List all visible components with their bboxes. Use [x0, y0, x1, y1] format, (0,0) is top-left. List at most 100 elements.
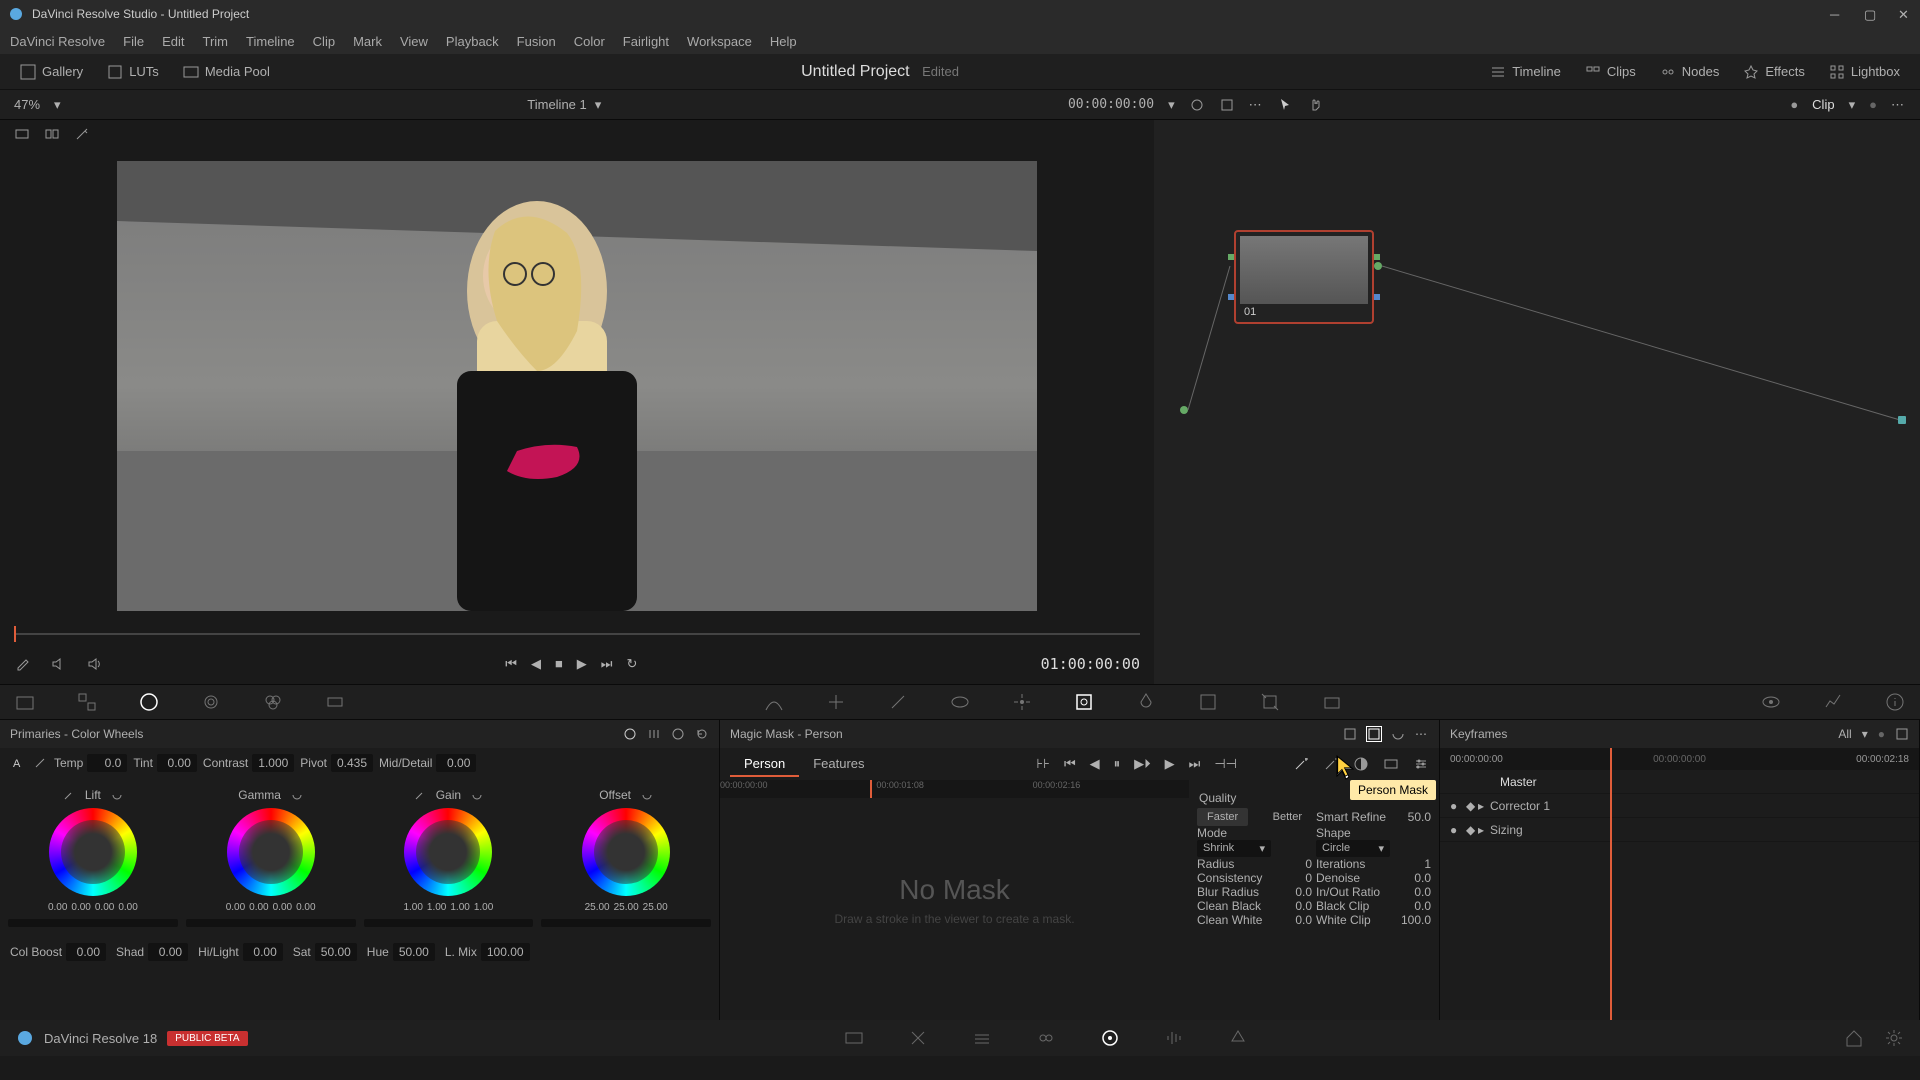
lightbox-button[interactable]: Lightbox — [1821, 60, 1908, 84]
magic-mask-icon[interactable] — [1073, 691, 1095, 713]
timeline-button[interactable]: Timeline — [1482, 60, 1569, 84]
contrast-value[interactable]: 1.000 — [252, 754, 294, 772]
person-mask-icon[interactable] — [1367, 727, 1381, 741]
keyframes-icon[interactable] — [1822, 691, 1844, 713]
mediapool-button[interactable]: Media Pool — [175, 60, 278, 84]
motion-effects-icon[interactable] — [324, 691, 346, 713]
kf-corrector[interactable]: Corrector 1 — [1490, 799, 1550, 813]
offset-reset-icon[interactable] — [641, 789, 653, 801]
bars-mode-icon[interactable] — [647, 727, 661, 741]
qualifier-icon[interactable] — [887, 691, 909, 713]
better-button[interactable]: Better — [1263, 808, 1312, 826]
close-button[interactable]: ✕ — [1898, 7, 1912, 21]
clip-mode-dropdown[interactable]: Clip — [1812, 97, 1834, 112]
gamma-slider[interactable] — [186, 919, 356, 927]
chevron-down-icon[interactable]: ▾ — [54, 97, 61, 113]
eye-icon[interactable] — [1760, 691, 1782, 713]
node-01[interactable]: 01 — [1234, 230, 1374, 324]
menu-file[interactable]: File — [123, 34, 144, 49]
highlight-icon[interactable] — [1219, 97, 1235, 113]
menu-help[interactable]: Help — [770, 34, 797, 49]
prev-clip-button[interactable]: ⏮ — [505, 656, 517, 672]
luts-button[interactable]: LUTs — [99, 60, 167, 84]
speaker-icon[interactable] — [86, 656, 102, 672]
shape-dropdown[interactable]: Circle▾ — [1316, 840, 1390, 857]
chevron-down-icon[interactable]: ▾ — [1168, 97, 1175, 113]
mm-play-icon[interactable]: ▶ — [1165, 756, 1175, 772]
offset-v1[interactable]: 25.00 — [614, 902, 639, 913]
transport-timecode[interactable]: 01:00:00:00 — [1041, 655, 1140, 673]
menu-color[interactable]: Color — [574, 34, 605, 49]
mm-playforward-icon[interactable]: ▶⏵ — [1134, 756, 1151, 772]
onion-icon[interactable] — [1343, 727, 1357, 741]
blur-icon[interactable] — [1135, 691, 1157, 713]
color-match-icon[interactable] — [76, 691, 98, 713]
maximize-button[interactable]: ▢ — [1864, 7, 1878, 21]
node-editor[interactable]: 01 — [1154, 120, 1920, 684]
menu-workspace[interactable]: Workspace — [687, 34, 752, 49]
scrubber[interactable] — [14, 624, 1140, 644]
key-icon[interactable] — [1197, 691, 1219, 713]
clips-button[interactable]: Clips — [1577, 60, 1644, 84]
mm-last-icon[interactable]: ⊣⊣ — [1214, 756, 1237, 772]
consistency-value[interactable]: 0 — [1305, 871, 1312, 885]
hand-icon[interactable] — [1308, 97, 1324, 113]
next-clip-button[interactable]: ⏭ — [601, 656, 613, 672]
mm-next-icon[interactable]: ⏭ — [1189, 756, 1201, 772]
mm-reset-icon[interactable] — [1391, 727, 1405, 741]
gain-slider[interactable] — [364, 919, 534, 927]
middetail-value[interactable]: 0.00 — [436, 754, 476, 772]
blackclip-value[interactable]: 0.0 — [1414, 899, 1431, 913]
gain-v2[interactable]: 1.00 — [450, 902, 469, 913]
temp-value[interactable]: 0.0 — [87, 754, 127, 772]
tracker-icon[interactable] — [1011, 691, 1033, 713]
playhead[interactable] — [14, 626, 16, 642]
mode-dropdown[interactable]: Shrink▾ — [1197, 840, 1271, 857]
deliver-page-icon[interactable] — [1228, 1028, 1248, 1048]
denoise-value[interactable]: 0.0 — [1414, 871, 1431, 885]
hilight-value[interactable]: 0.00 — [243, 943, 283, 961]
kf-master[interactable]: Master — [1500, 775, 1537, 789]
tab-features[interactable]: Features — [799, 752, 878, 777]
menu-fusion[interactable]: Fusion — [517, 34, 556, 49]
project-settings-icon[interactable] — [1884, 1028, 1904, 1048]
reset-icon[interactable] — [695, 727, 709, 741]
gallery-button[interactable]: Gallery — [12, 60, 91, 84]
menu-edit[interactable]: Edit — [162, 34, 184, 49]
gamma-v1[interactable]: 0.00 — [249, 902, 268, 913]
nodes-button[interactable]: Nodes — [1652, 60, 1728, 84]
gain-v1[interactable]: 1.00 — [427, 902, 446, 913]
menu-fairlight[interactable]: Fairlight — [623, 34, 669, 49]
minimize-button[interactable]: ─ — [1830, 7, 1844, 21]
lift-v3[interactable]: 0.00 — [118, 902, 137, 913]
lift-reset-icon[interactable] — [111, 789, 123, 801]
fusion-page-icon[interactable] — [1036, 1028, 1056, 1048]
lift-slider[interactable] — [8, 919, 178, 927]
gamma-v3[interactable]: 0.00 — [296, 902, 315, 913]
menu-trim[interactable]: Trim — [203, 34, 229, 49]
split-icon[interactable] — [44, 126, 60, 142]
mm-stop-icon[interactable]: ⏸ — [1114, 756, 1121, 772]
gain-v3[interactable]: 1.00 — [474, 902, 493, 913]
info-icon[interactable] — [1884, 691, 1906, 713]
gain-reset-icon[interactable] — [471, 789, 483, 801]
curves-icon[interactable] — [763, 691, 785, 713]
edit-page-icon[interactable] — [972, 1028, 992, 1048]
timeline-dropdown[interactable]: Timeline 1 — [527, 97, 586, 112]
tint-value[interactable]: 0.00 — [157, 754, 197, 772]
pivot-value[interactable]: 0.435 — [331, 754, 373, 772]
zoom-dropdown[interactable]: 47% — [14, 97, 40, 112]
rgb-mixer-icon[interactable] — [262, 691, 284, 713]
kf-expand-icon[interactable] — [1895, 727, 1909, 741]
auto-balance-icon[interactable]: A — [10, 755, 26, 771]
sizing-icon[interactable] — [1259, 691, 1281, 713]
iterations-value[interactable]: 1 — [1424, 857, 1431, 871]
gamma-wheel[interactable] — [227, 808, 315, 896]
inout-value[interactable]: 0.0 — [1414, 885, 1431, 899]
lift-v2[interactable]: 0.00 — [95, 902, 114, 913]
menu-davinci[interactable]: DaVinci Resolve — [10, 34, 105, 49]
lift-picker-icon[interactable] — [63, 789, 75, 801]
color-page-icon[interactable] — [1100, 1028, 1120, 1048]
lift-v0[interactable]: 0.00 — [48, 902, 67, 913]
kf-sizing[interactable]: Sizing — [1490, 823, 1523, 837]
